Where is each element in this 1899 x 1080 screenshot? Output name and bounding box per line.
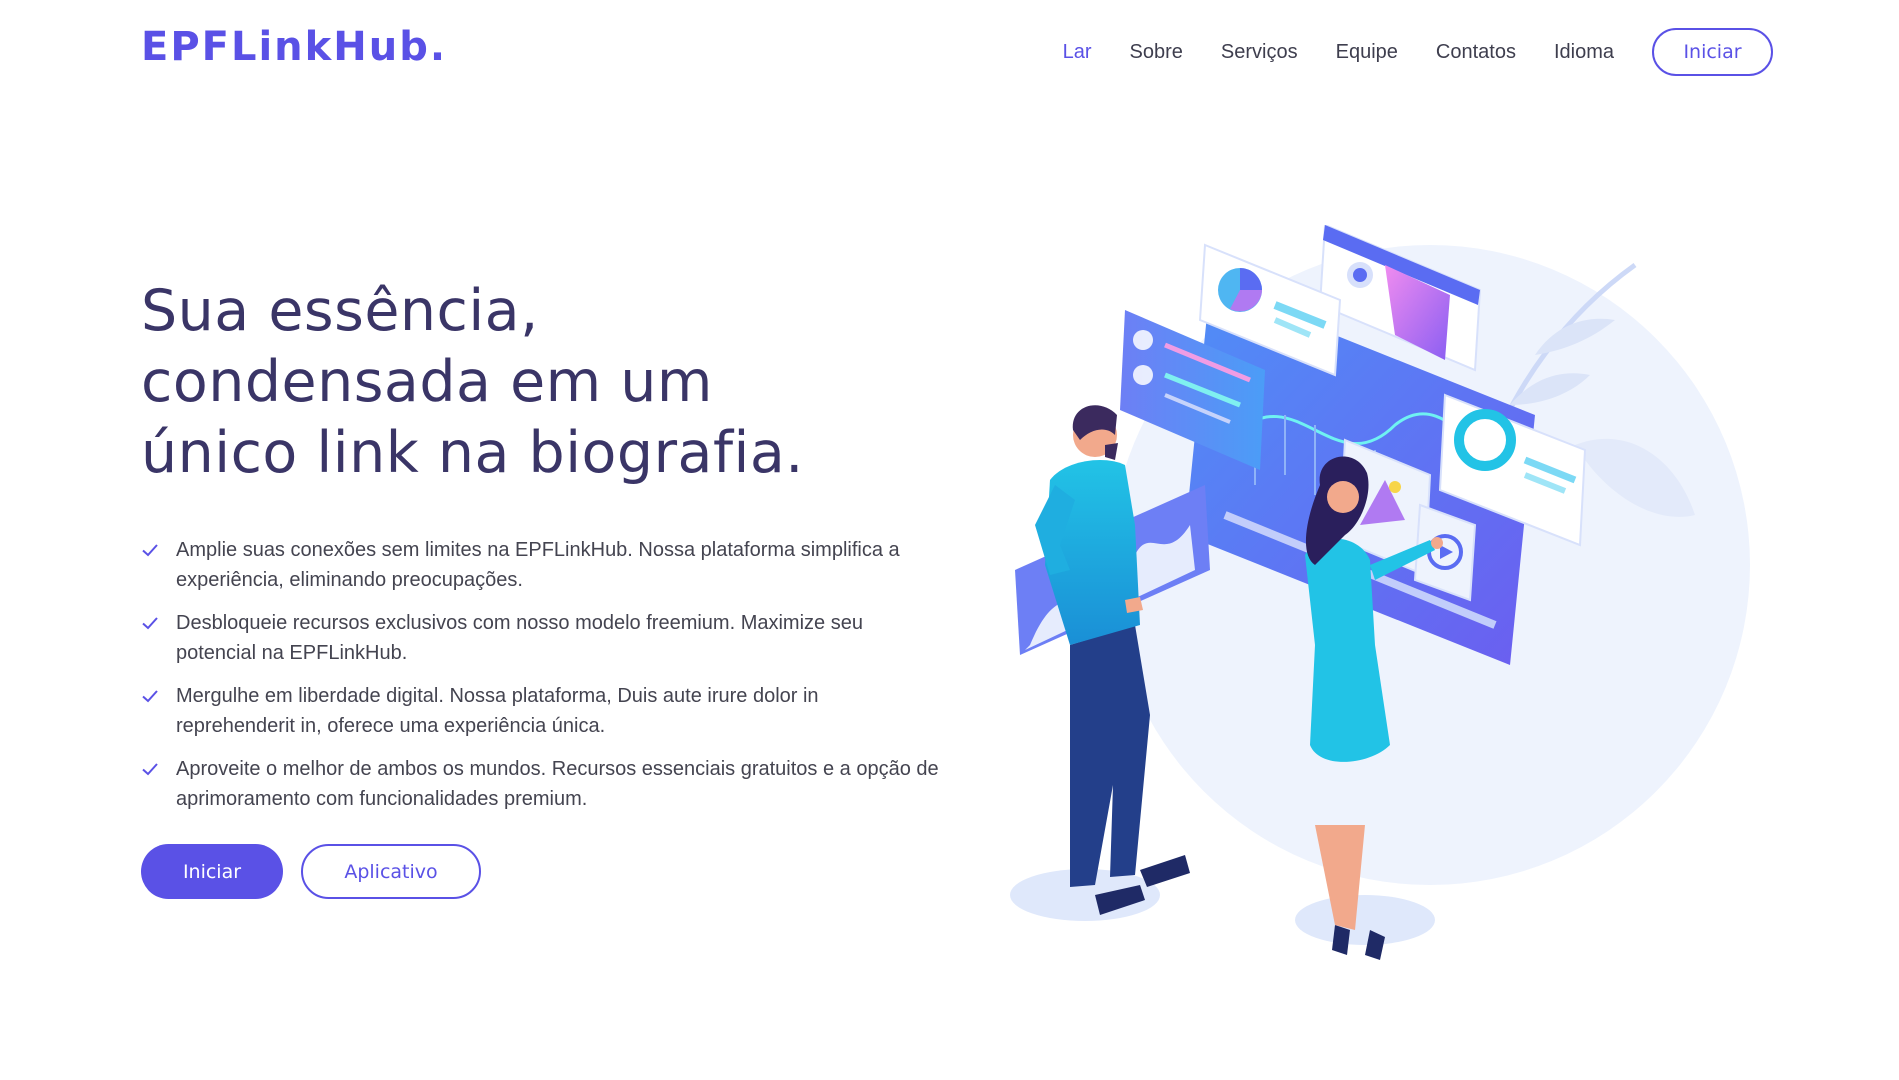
app-button[interactable]: Aplicativo: [301, 844, 481, 899]
feature-item: Aproveite o melhor de ambos os mundos. R…: [141, 754, 941, 814]
check-icon: [142, 763, 158, 776]
feature-item: Mergulhe em liberdade digital. Nossa pla…: [141, 681, 941, 741]
feature-list: Amplie suas conexões sem limites na EPFL…: [141, 535, 941, 814]
logo[interactable]: EPFLinkHub.: [141, 24, 447, 70]
feature-text: Mergulhe em liberdade digital. Nossa pla…: [176, 685, 819, 737]
feature-item: Amplie suas conexões sem limites na EPFL…: [141, 535, 941, 595]
nav-item-equipe[interactable]: Equipe: [1336, 41, 1398, 64]
hero-illustration: [975, 223, 1785, 980]
nav-item-idioma[interactable]: Idioma: [1554, 41, 1614, 64]
hero-headline: Sua essência, condensada em um único lin…: [141, 276, 941, 489]
dashboard-illustration: [1010, 223, 1750, 960]
feature-text: Amplie suas conexões sem limites na EPFL…: [176, 539, 900, 591]
feature-text: Desbloqueie recursos exclusivos com noss…: [176, 612, 863, 664]
nav-item-servicos[interactable]: Serviços: [1221, 41, 1298, 64]
check-icon: [142, 544, 158, 557]
check-icon: [142, 690, 158, 703]
headline-line-2: condensada em um: [141, 349, 713, 415]
feature-item: Desbloqueie recursos exclusivos com noss…: [141, 608, 941, 668]
check-icon: [142, 617, 158, 630]
site-header: EPFLinkHub. Lar Sobre Serviços Equipe Co…: [0, 0, 1899, 105]
nav-item-sobre[interactable]: Sobre: [1130, 41, 1183, 64]
hero-buttons: Iniciar Aplicativo: [141, 844, 941, 899]
hero-section: Sua essência, condensada em um único lin…: [141, 276, 941, 899]
main-nav: Lar Sobre Serviços Equipe Contatos Idiom…: [1025, 28, 1773, 76]
nav-item-lar[interactable]: Lar: [1063, 41, 1092, 64]
hero-start-button[interactable]: Iniciar: [141, 844, 283, 899]
feature-text: Aproveite o melhor de ambos os mundos. R…: [176, 758, 939, 810]
headline-line-1: Sua essência,: [141, 278, 539, 344]
nav-item-contatos[interactable]: Contatos: [1436, 41, 1516, 64]
headline-line-3: único link na biografia.: [141, 420, 804, 486]
header-start-button[interactable]: Iniciar: [1652, 28, 1773, 76]
